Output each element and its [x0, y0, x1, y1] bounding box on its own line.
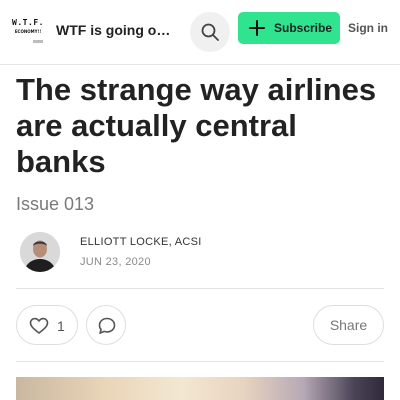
publication-logo[interactable]: W.T.F. ECONOMY!!	[11, 18, 45, 48]
comment-icon	[98, 317, 116, 334]
post-subtitle: Issue 013	[16, 194, 95, 214]
logo-text: W.T.F.	[12, 18, 44, 27]
divider-top	[16, 288, 384, 289]
top-navigation-bar: W.T.F. ECONOMY!! WTF is going on with th…	[0, 0, 400, 65]
author-avatar[interactable]	[20, 232, 60, 272]
like-button[interactable]: 1	[16, 305, 78, 345]
like-count: 1	[57, 318, 65, 334]
logo-decoration	[33, 40, 43, 43]
post-date: JUN 23, 2020	[80, 256, 151, 268]
author-photo	[20, 232, 60, 272]
post-hero-image	[16, 377, 384, 400]
subscribe-label: Subscribe	[274, 21, 333, 35]
search-button[interactable]	[190, 12, 230, 52]
comment-button[interactable]	[86, 305, 126, 345]
divider-bottom	[16, 361, 384, 362]
publication-name-link[interactable]: WTF is going on with the economy	[56, 22, 174, 38]
author-name-link[interactable]: ELLIOTT LOCKE, ACSI	[80, 236, 202, 248]
sign-in-link[interactable]: Sign in	[348, 21, 388, 35]
search-icon	[201, 23, 219, 41]
heart-icon	[29, 317, 49, 334]
post-title: The strange way airlines are actually ce…	[16, 72, 377, 179]
logo-subtext: ECONOMY!!	[14, 29, 42, 34]
subscribe-button[interactable]: Subscribe	[238, 12, 340, 44]
share-button[interactable]: Share	[313, 305, 384, 345]
plus-icon	[249, 20, 265, 36]
